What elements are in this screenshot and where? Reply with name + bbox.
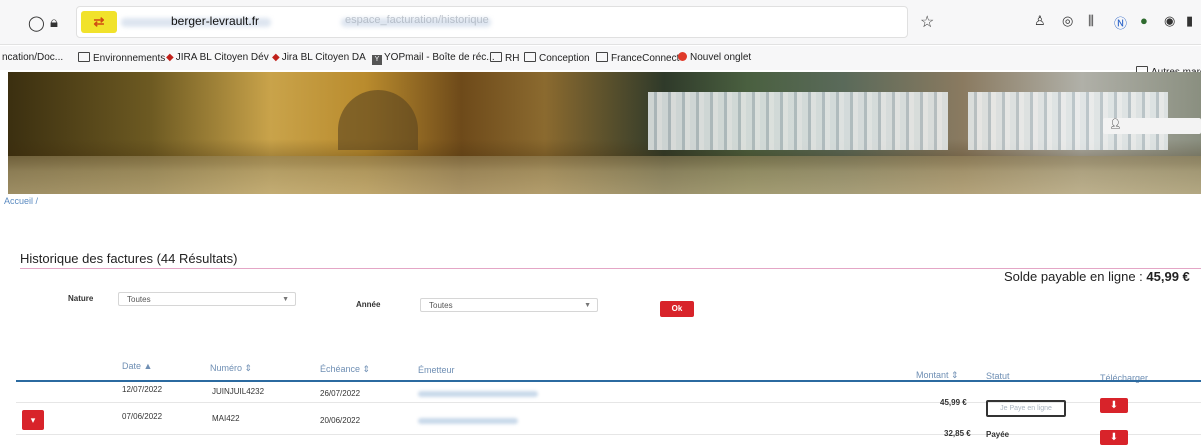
- account-icon[interactable]: ♙: [1034, 13, 1046, 29]
- column-header-date[interactable]: Date ▲: [122, 361, 152, 371]
- menu-icon[interactable]: ▮: [1186, 13, 1193, 29]
- cell-statut: Payée: [986, 430, 1010, 439]
- page-title: Historique des factures (44 Résultats): [20, 251, 238, 266]
- jira-icon: ◆: [166, 52, 174, 63]
- column-header-echeance[interactable]: Échéance ⇕: [320, 364, 370, 375]
- folder-icon: [78, 52, 90, 62]
- chevron-down-icon: ▼: [282, 296, 289, 303]
- bookmark-label: Nouvel onglet: [690, 52, 752, 63]
- lock-icon[interactable]: 🔒︎: [50, 14, 58, 31]
- browser-toolbar: ◯ 🔒︎ ⇄ berger-levrault.fr espace_factura…: [0, 0, 1201, 45]
- banner-arch: [338, 90, 418, 150]
- balance-value: 45,99 €: [1146, 269, 1190, 284]
- bookmark-folder-franceconnect[interactable]: FranceConnect: [596, 52, 679, 64]
- bookmarks-bar: ncation/Doc... Environnements ◆ JIRA BL C…: [0, 46, 1201, 78]
- bookmark-item[interactable]: ncation/Doc...: [2, 52, 63, 63]
- breadcrumb[interactable]: Accueil /: [4, 196, 38, 206]
- address-bar[interactable]: ⇄ berger-levrault.fr espace_facturation/…: [76, 6, 908, 38]
- header-banner-image: 👤︎: [8, 72, 1201, 194]
- download-button[interactable]: ⬇: [1100, 430, 1128, 445]
- redacted-emetteur: [418, 418, 518, 424]
- annee-label: Année: [356, 300, 381, 309]
- bookmark-jira-dev[interactable]: ◆ JIRA BL Citoyen Dév: [166, 52, 269, 63]
- nature-selected-value: Toutes: [127, 295, 151, 304]
- redacted-emetteur: [418, 391, 538, 397]
- bookmark-label: FranceConnect: [611, 53, 680, 64]
- download-icon: ⬇: [1109, 432, 1119, 443]
- download-icon: ⬇: [1109, 400, 1119, 411]
- cell-montant: 45,99 €: [940, 398, 967, 407]
- bookmark-jira-da[interactable]: ◆ Jira BL Citoyen DA: [272, 52, 366, 63]
- download-button[interactable]: ⬇: [1100, 398, 1128, 413]
- bookmark-yopmail[interactable]: Y YOPmail - Boîte de réc...: [372, 52, 495, 65]
- annee-selected-value: Toutes: [429, 301, 453, 310]
- pocket-icon[interactable]: ◎: [1062, 13, 1073, 29]
- table-header-rule: [16, 380, 1201, 382]
- folder-icon: [596, 52, 608, 62]
- shield-icon[interactable]: ◯: [28, 14, 45, 32]
- profile-icon[interactable]: ◉: [1164, 13, 1175, 29]
- balance-summary: Solde payable en ligne : 45,99 €: [1004, 269, 1190, 284]
- nature-label: Nature: [68, 294, 94, 303]
- cell-numero: JUINJUIL4232: [212, 387, 265, 396]
- cell-date: 12/07/2022: [122, 385, 163, 394]
- column-header-numero[interactable]: Numéro ⇕: [210, 363, 252, 374]
- bookmark-folder-environnements[interactable]: Environnements: [78, 52, 165, 64]
- jira-icon: ◆: [272, 52, 280, 63]
- balance-label: Solde payable en ligne :: [1004, 269, 1143, 284]
- red-circle-icon: [678, 52, 687, 61]
- cell-montant: 32,85 €: [944, 429, 971, 438]
- user-icon: 👤︎: [1109, 119, 1122, 130]
- bookmark-nouvel-onglet[interactable]: Nouvel onglet: [678, 52, 751, 63]
- address-badge-icon[interactable]: ⇄: [81, 11, 117, 33]
- bookmark-folder-conception[interactable]: Conception: [524, 52, 590, 64]
- pay-online-button[interactable]: Je Paye en ligne: [986, 400, 1066, 417]
- banner-water: [8, 156, 1201, 194]
- cell-echeance: 20/06/2022: [320, 416, 361, 425]
- yopmail-icon: Y: [372, 55, 382, 65]
- bookmark-star-icon[interactable]: ☆: [920, 12, 934, 32]
- row-divider: [16, 434, 1201, 435]
- bookmark-label: JIRA BL Citoyen Dév: [175, 52, 269, 63]
- folder-icon: [524, 52, 536, 62]
- banner-waterfall: [648, 92, 948, 150]
- bookmark-label: YOPmail - Boîte de réc...: [384, 52, 495, 63]
- bookmark-folder-rh[interactable]: RH: [490, 52, 519, 64]
- ok-button[interactable]: Ok: [660, 301, 694, 317]
- chevron-down-icon: ▼: [584, 302, 591, 309]
- cell-date: 07/06/2022: [122, 412, 163, 421]
- row-action-button[interactable]: ▾: [22, 410, 44, 430]
- extension-dot-icon[interactable]: ●: [1140, 13, 1148, 28]
- bookmark-label: RH: [505, 53, 520, 64]
- bookmark-label: Conception: [539, 53, 590, 64]
- address-host: berger-levrault.fr: [171, 14, 260, 28]
- bookmark-label: Environnements: [93, 53, 166, 64]
- bookmark-label: Jira BL Citoyen DA: [281, 52, 366, 63]
- address-path: espace_facturation/historique: [345, 14, 489, 26]
- folder-icon: [490, 52, 502, 62]
- cell-echeance: 26/07/2022: [320, 389, 361, 398]
- cell-numero: MAI422: [212, 414, 240, 423]
- extension-icon[interactable]: Ⓝ: [1114, 13, 1127, 32]
- library-icon[interactable]: ⫼: [1088, 13, 1094, 29]
- user-menu[interactable]: 👤︎: [1103, 118, 1201, 134]
- nature-select[interactable]: Toutes ▼: [118, 292, 296, 306]
- column-header-emetteur: Émetteur: [418, 365, 455, 375]
- annee-select[interactable]: Toutes ▼: [420, 298, 598, 312]
